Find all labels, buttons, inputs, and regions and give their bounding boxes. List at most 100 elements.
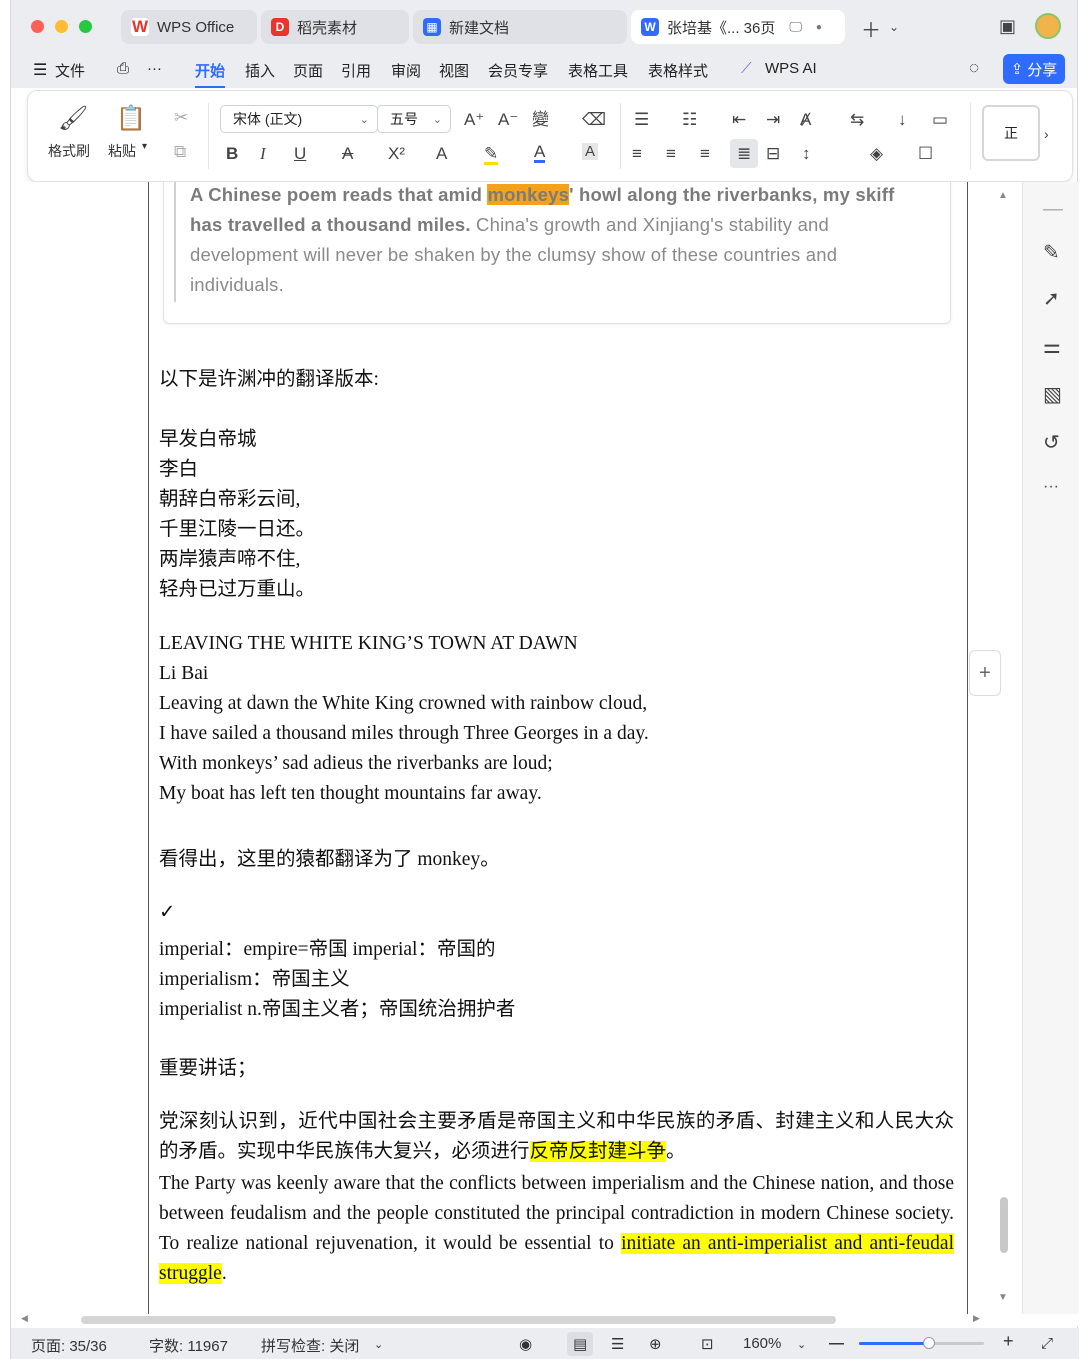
image-edit-icon[interactable]: ▧ (1043, 382, 1062, 407)
style-preview[interactable]: 正 (982, 105, 1040, 161)
vertical-scroll-thumb[interactable] (1000, 1197, 1008, 1253)
distributed-icon[interactable]: ⊟ (766, 145, 780, 162)
share-button[interactable]: ⇪ 分享 (1003, 54, 1065, 84)
zoom-slider-knob[interactable] (923, 1337, 935, 1349)
scroll-up-icon[interactable]: ▲ (998, 190, 1008, 201)
menu-member[interactable]: 会员专享 (488, 60, 548, 81)
format-painter-label[interactable]: 格式刷 (48, 141, 90, 161)
align-center-icon[interactable]: ≡ (666, 145, 676, 162)
increase-font-icon[interactable]: A⁺ (464, 111, 484, 128)
border-icon[interactable]: ☐ (918, 145, 933, 162)
page-count[interactable]: 页面: 35/36 (31, 1335, 107, 1356)
paste-chevron-icon[interactable]: ▾ (142, 141, 147, 152)
tab-docer[interactable]: D 稻壳素材 (261, 10, 409, 44)
select-cursor-icon[interactable]: ➚ (1043, 286, 1060, 311)
phonetic-guide-icon[interactable]: 變 (532, 111, 549, 128)
menu-table-tools[interactable]: 表格工具 (568, 60, 628, 81)
cut-icon[interactable]: ✂ (174, 109, 188, 126)
horizontal-scrollbar[interactable]: ◀ ▶ (11, 1313, 1079, 1326)
wps-ai-icon[interactable]: ⟋ (741, 60, 752, 77)
minimize-window-button[interactable] (55, 20, 68, 33)
show-marks-icon[interactable]: ▭ (932, 111, 948, 128)
increase-indent-icon[interactable]: ⇥ (766, 111, 780, 128)
paste-label[interactable]: 粘贴 (108, 141, 136, 161)
character-shading-icon[interactable]: A (582, 143, 599, 160)
zoom-in-icon[interactable]: + (1003, 1331, 1014, 1352)
sort-az-icon[interactable]: ↓ (898, 111, 907, 128)
text-direction-icon[interactable]: Ⱥ (800, 111, 811, 128)
line-spacing-icon[interactable]: ↕ (802, 145, 811, 162)
menu-file[interactable]: 文件 (55, 60, 85, 81)
decrease-indent-icon[interactable]: ⇤ (732, 111, 746, 128)
outline-view-icon[interactable]: ☰ (611, 1335, 624, 1353)
hamburger-icon[interactable]: ☰ (33, 60, 47, 80)
zoom-out-icon[interactable]: — (829, 1335, 844, 1352)
menu-reference[interactable]: 引用 (341, 60, 371, 81)
close-window-button[interactable] (31, 20, 44, 33)
scroll-left-icon[interactable]: ◀ (21, 1313, 28, 1324)
menu-view[interactable]: 视图 (439, 60, 469, 81)
zoom-level[interactable]: 160% (743, 1335, 781, 1352)
menu-wps-ai[interactable]: WPS AI (765, 60, 817, 77)
adjust-sliders-icon[interactable]: ⚌ (1043, 334, 1061, 359)
layout-toggle-icon[interactable]: ▣ (999, 16, 1016, 37)
tab-menu-chevron-icon[interactable]: ⌄ (889, 20, 899, 34)
fullscreen-icon[interactable]: ⤢ (1041, 1335, 1053, 1352)
horizontal-scroll-thumb[interactable] (81, 1316, 836, 1324)
save-icon[interactable]: ⎙ (117, 60, 129, 77)
chevron-right-icon[interactable]: › (1044, 127, 1049, 141)
bullet-list-icon[interactable]: ☰ (634, 111, 649, 128)
maximize-window-button[interactable] (79, 20, 92, 33)
zoom-slider[interactable] (859, 1337, 984, 1349)
italic-icon[interactable]: I (260, 145, 266, 162)
more-options-icon[interactable]: ··· (1043, 478, 1059, 496)
scroll-down-icon[interactable]: ▼ (998, 1292, 1008, 1303)
scroll-right-icon[interactable]: ▶ (973, 1313, 980, 1324)
vertical-scrollbar[interactable]: ▲ ▼ (994, 182, 1014, 1314)
sort-icon[interactable]: ⇆ (850, 111, 864, 128)
tab-new-document[interactable]: ▦ 新建文档 (413, 10, 627, 44)
edit-pen-icon[interactable]: ✎ (1043, 240, 1060, 265)
text-effect-icon[interactable]: A (436, 145, 447, 162)
menu-page[interactable]: 页面 (293, 60, 323, 81)
font-color-icon[interactable]: A (534, 143, 546, 163)
tab-current-document[interactable]: W 张培基《... 36页 🖵 ● (631, 10, 845, 44)
page-view-icon[interactable]: ▤ (567, 1332, 594, 1356)
strikethrough-icon[interactable]: A (342, 145, 353, 162)
spell-chevron-icon[interactable]: ⌄ (374, 1338, 383, 1351)
menu-table-style[interactable]: 表格样式 (648, 60, 708, 81)
menu-review[interactable]: 审阅 (391, 60, 421, 81)
decrease-font-icon[interactable]: A⁻ (498, 111, 518, 128)
menu-home[interactable]: 开始 (195, 60, 226, 88)
underline-icon[interactable]: U (294, 145, 306, 162)
menu-insert[interactable]: 插入 (245, 60, 275, 81)
document-page[interactable]: A Chinese poem reads that amid monkeys' … (148, 182, 968, 1314)
new-tab-plus-icon[interactable]: ＋ (861, 14, 881, 43)
justify-icon[interactable]: ≣ (730, 139, 759, 168)
superscript-icon[interactable]: X² (388, 145, 405, 162)
clear-format-icon[interactable]: ⌫ (582, 111, 606, 128)
numbered-list-icon[interactable]: ☷ (682, 111, 697, 128)
collapse-icon[interactable]: — (1043, 198, 1063, 221)
font-family-select[interactable]: 宋体 (正文) ⌄ (220, 105, 378, 133)
copy-icon[interactable]: ⧉ (174, 143, 186, 160)
avatar[interactable] (1035, 13, 1061, 39)
more-icon[interactable]: ··· (147, 60, 162, 77)
highlight-icon[interactable]: ✎ (484, 145, 499, 165)
zoom-chevron-icon[interactable]: ⌄ (797, 1338, 806, 1351)
fit-page-icon[interactable]: ⊡ (701, 1335, 714, 1353)
font-size-select[interactable]: 五号 ⌄ (377, 105, 451, 133)
eye-icon[interactable]: ◉ (519, 1335, 532, 1353)
word-count[interactable]: 字数: 11967 (149, 1335, 228, 1356)
align-right-icon[interactable]: ≡ (700, 145, 710, 162)
paste-icon[interactable]: 📋 (116, 107, 146, 131)
align-left-icon[interactable]: ≡ (632, 145, 642, 162)
format-painter-icon[interactable]: 🖌 (58, 107, 88, 131)
bold-icon[interactable]: B (226, 145, 238, 162)
spell-check-status[interactable]: 拼写检查: 关闭 (261, 1335, 359, 1356)
shading-icon[interactable]: ◈ (870, 145, 883, 162)
history-icon[interactable]: ↺ (1043, 430, 1060, 455)
tab-wps-office[interactable]: W WPS Office (121, 10, 257, 44)
web-view-icon[interactable]: ⊕ (649, 1335, 662, 1353)
comment-icon[interactable]: ◌ (969, 58, 979, 78)
